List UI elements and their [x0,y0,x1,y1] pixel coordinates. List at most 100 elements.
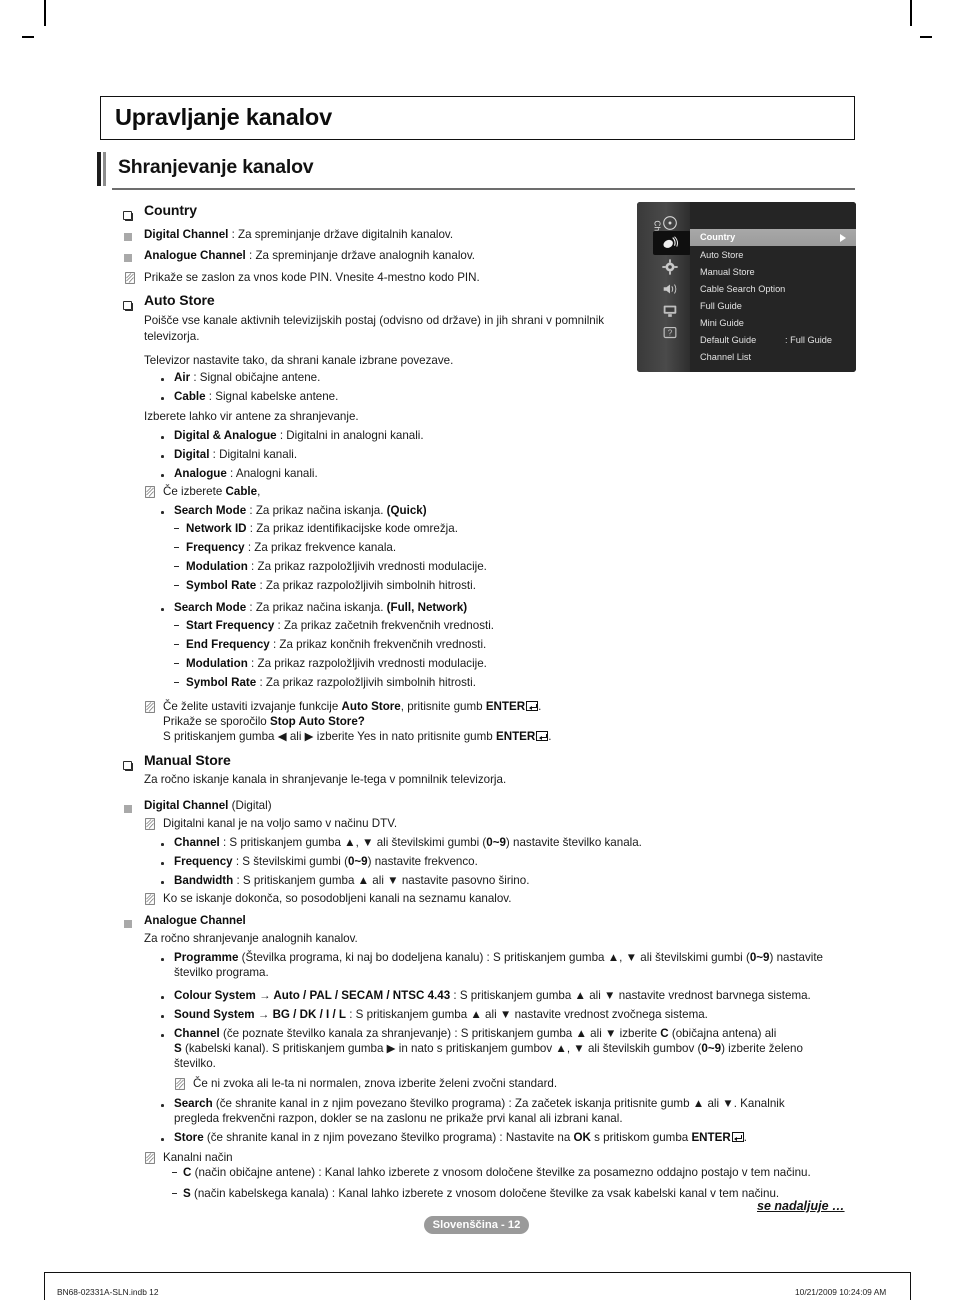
chevron-right-icon [840,234,846,242]
crop-mark-top-right-vertical [910,0,912,26]
mode-c-line: C (način običajne antene) : Kanal lahko … [183,1165,811,1181]
end-frequency-desc: : Za prikaz končnih frekvenčnih vrednost… [269,638,487,651]
osd-item-mini-guide[interactable]: Mini Guide [690,315,856,332]
mode-s-desc: (način kabelskega kanala) : Kanal lahko … [190,1187,780,1200]
analogue-channel-line: Analogue Channel : Za spreminjanje držav… [144,248,475,264]
colour-system-desc: : S pritiskanjem gumba ▲ ali ▼ nastavite… [450,989,811,1002]
dash-marker [174,625,179,627]
heading-country: Country [144,202,197,218]
osd-item-default-guide[interactable]: Default Guide : Full Guide [690,332,856,349]
enter-label: ENTER [691,1131,731,1144]
bullet-dot [161,511,164,514]
search-mode-quick-desc: : Za prikaz načina iskanja. [246,504,387,517]
colour-system-label: Colour System → Auto / PAL / SECAM / NTS… [174,989,451,1002]
note-icon [125,272,135,284]
analogue-channel-line-2: S (kabelski kanal). S pritiskanjem gumba… [174,1041,803,1057]
bullet-dot [161,996,164,999]
search-mode-full-line: Search Mode : Za prikaz načina iskanja. … [174,600,467,616]
support-help-icon: ? [663,327,677,339]
manual-frequency-line: Frequency : S številskimi gumbi (0~9) na… [174,854,478,870]
search-label: Search [174,1097,213,1110]
stop-note-2a: Prikaže se sporočilo [163,715,270,728]
osd-item-cable-search-option[interactable]: Cable Search Option [690,281,856,298]
dash-marker [172,1172,177,1174]
enter-label: ENTER [485,700,526,713]
continued-note: se nadaljuje … [757,1199,845,1213]
if-cable-note: Če izberete Cable, [163,484,260,500]
analogue-channel-desc: : Za spreminjanje države analognih kanal… [245,249,475,262]
network-id-desc: : Za prikaz identifikacijske kode omrežj… [246,522,458,535]
dash-marker [174,585,179,587]
page-number-badge: Slovenščina - 12 [424,1216,529,1234]
analogue-channel-desc-a: (če poznate številko kanala za shranjeva… [219,1027,661,1040]
bullet-dot [161,474,164,477]
heading-marker-square [123,301,132,310]
dash-marker [174,644,179,646]
air-line: Air : Signal običajne antene. [174,370,320,386]
modulation-desc: : Za prikaz razpoložljivih vrednosti mod… [247,657,487,670]
manual-channel-label: Channel [174,836,220,849]
numeric-range: 0~9 [347,855,368,868]
section-accent-bar-gray [103,152,106,186]
analogue-channel-desc-d: ) izberite želeno [721,1042,803,1055]
subitem-marker-gray [124,254,132,262]
crop-mark-bottom-left-vertical [44,1272,45,1300]
search-mode-label: Search Mode [174,504,247,517]
manual-channel-desc-c: ) nastavite številko kanala. [505,836,642,849]
mode-s-bold: S [174,1042,182,1055]
store-label: Store [174,1131,204,1144]
store-line: Store (če shranite kanal in z njim povez… [174,1131,747,1144]
analogue-desc: : Analogni kanali. [226,467,318,480]
note-icon [175,1078,185,1090]
search-mode-quick-value: (Quick) [386,504,427,517]
channel-antenna-icon [663,236,678,248]
numeric-range: 0~9 [749,951,770,964]
cable-line: Cable : Signal kabelske antene. [174,389,338,405]
search-mode-full-desc: : Za prikaz načina iskanja. [246,601,387,614]
manual-channel-line: Channel : S pritiskanjem gumba ▲, ▼ ali … [174,835,642,851]
note-icon [145,701,155,713]
stop-note-auto-store: Auto Store [341,700,401,713]
osd-item-country[interactable]: Country [690,229,856,246]
cable-desc: : Signal kabelske antene. [205,390,339,403]
enter-key-icon [731,1132,744,1142]
colour-system-line: Colour System → Auto / PAL / SECAM / NTS… [174,988,811,1004]
sound-standard-note: Če ni zvoka ali le-ta ni normalen, znova… [193,1077,558,1090]
analogue-channel-label: Channel [174,1027,220,1040]
bullet-dot [161,958,164,961]
numeric-range: 0~9 [701,1042,722,1055]
dash-marker [174,547,179,549]
heading-manual-store: Manual Store [144,752,231,768]
stop-note-3a: S pritiskanjem gumba ◀ ali ▶ izberite Ye… [163,730,496,743]
end-frequency-line: End Frequency : Za prikaz končnih frekve… [186,637,486,653]
digital-desc: : Digitalni kanali. [209,448,298,461]
osd-item-channel-list[interactable]: Channel List [690,349,856,366]
manual-store-description: Za ročno iskanje kanala in shranjevanje … [144,773,507,786]
stop-auto-store-note-line1: Če želite ustaviti izvajanje funkcije Au… [163,700,542,713]
numeric-range: 0~9 [486,836,506,849]
start-frequency-label: Start Frequency [186,619,275,632]
digital-analogue-line: Digital & Analogue : Digitalni in analog… [174,428,424,444]
bullet-dot [161,881,164,884]
auto-store-description-2: Televizor nastavite tako, da shrani kana… [144,354,454,367]
manual-page: Upravljanje kanalov Shranjevanje kanalov… [0,0,954,1315]
manual-analogue-channel-line: Analogue Channel [144,913,246,929]
bullet-dot [161,1015,164,1018]
network-id-line: Network ID : Za prikaz identifikacijske … [186,521,458,537]
osd-item-full-guide[interactable]: Full Guide [690,298,856,315]
symbol-rate-desc: : Za prikaz razpoložljivih simbolnih hit… [256,579,476,592]
digital-label: Digital [174,448,210,461]
osd-item-auto-store[interactable]: Auto Store [690,247,856,264]
manual-digital-label: Digital Channel [144,799,229,812]
crop-mark-bottom-right-vertical [910,1272,911,1300]
analogue-channel-desc-c: (kabelski kanal). S pritiskanjem gumba ▶… [181,1042,702,1055]
subitem-marker-gray [124,233,132,241]
manual-analogue-label: Analogue Channel [144,914,246,927]
frequency-desc: : Za prikaz frekvence kanala. [244,541,397,554]
air-label: Air [174,371,191,384]
manual-digital-channel-line: Digital Channel (Digital) [144,798,272,814]
note-icon [145,818,155,830]
start-frequency-line: Start Frequency : Za prikaz začetnih fre… [186,618,494,634]
symbol-rate-label: Symbol Rate [186,676,257,689]
osd-item-manual-store[interactable]: Manual Store [690,264,856,281]
